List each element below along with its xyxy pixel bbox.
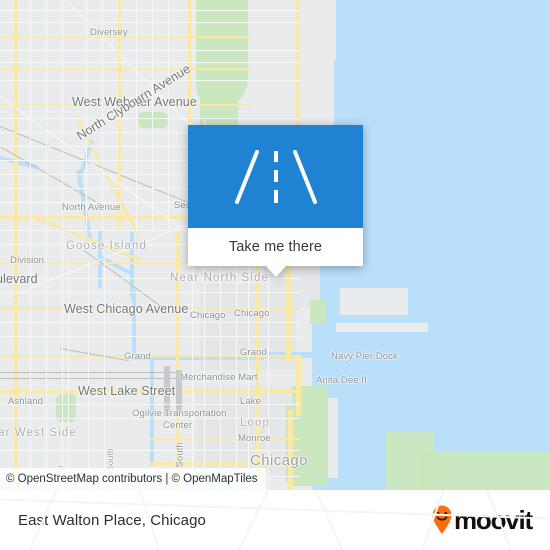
map-label: Ashland [8,396,44,407]
moovit-pin-icon [432,505,452,534]
map-label: Near North Side [170,272,269,284]
grid-h-2 [0,22,300,23]
grid-v-7 [152,0,153,230]
map-label: Navy Pier Dock [331,351,398,362]
popup-icon-header [188,125,363,228]
map-label: Chicago [234,308,270,319]
grid-h-16 [0,292,300,293]
park-right-strip-2 [420,452,550,490]
map-label: Chicago [190,310,226,321]
map-label: Anita Dee II [316,375,367,386]
map-attribution[interactable]: © OpenStreetMap contributors | © OpenMap… [0,468,266,490]
grid-h-5 [0,80,300,81]
destination-popup[interactable]: Take me there [188,125,363,277]
grid-h-1 [0,10,300,11]
map-label: ulevard [0,272,38,286]
map-label: Ogilvie Transportation [132,408,227,419]
grid-v-10 [220,230,221,490]
grid-h-4 [0,62,300,63]
grid-v-2 [46,0,47,490]
lake-michigan-water-upper [345,0,550,220]
grid-v-11 [236,230,237,490]
grid-h-3 [0,50,300,51]
park-oz [138,112,168,128]
popup-pointer-tail [266,266,286,277]
navy-pier-strip [336,323,428,332]
grid-v-4 [86,0,87,230]
road-lake-shore-drive [296,0,300,140]
map-label: West Chicago Avenue [64,302,189,316]
grid-h-18 [0,336,300,337]
take-me-there-button[interactable]: Take me there [188,228,363,266]
grid-h-17 [0,322,300,323]
moovit-wordmark: moovit [453,505,533,535]
grid-h-6 [0,118,300,119]
map-label: Grand [124,351,151,362]
take-me-there-label: Take me there [228,239,323,255]
map-label: Merchandise Mart [180,372,258,383]
road-ashland [14,0,18,490]
road-monroe [150,438,300,440]
grid-v-16 [68,260,69,490]
map-page: Diversey West Webster Avenue North Clybour… [0,0,550,550]
map-label: West Lake Street [78,384,176,398]
grid-v-3 [62,0,63,490]
map-label: Grand [240,347,267,358]
grid-v-13 [192,230,193,490]
navy-pier-land [340,288,408,315]
map-label: Diversey [90,27,128,38]
map-label: Division [10,255,45,266]
map-canvas[interactable]: Diversey West Webster Avenue North Clybour… [0,0,550,490]
attribution-text: © OpenStreetMap contributors | © OpenMap… [6,473,258,485]
map-label: Loop [240,417,270,429]
river-main-stem [132,290,136,360]
rail-west [0,372,180,374]
map-label: ar West Side [0,427,77,439]
grid-v-8 [168,0,169,230]
map-label: Chicago [250,452,308,469]
map-label: Center [163,420,193,431]
road-lsd-4 [296,356,301,416]
road-icon [234,149,317,204]
grid-v-14 [88,260,89,490]
page-footer: East Walton Place, Chicago moovit [0,490,550,550]
map-label: Goose Island [66,240,147,252]
page-title: East Walton Place, Chicago [18,511,206,529]
map-label: Monroe [238,433,271,444]
map-label: North Avenue [62,202,121,213]
park-lincoln [196,0,248,108]
map-label: Lake [240,396,262,407]
park-milton-lee [310,300,326,324]
grid-v-1 [30,0,31,490]
road-fullerton [0,68,250,70]
grid-h-21 [0,450,300,451]
map-label: South [174,442,186,468]
moovit-logo[interactable]: moovit [431,505,533,535]
